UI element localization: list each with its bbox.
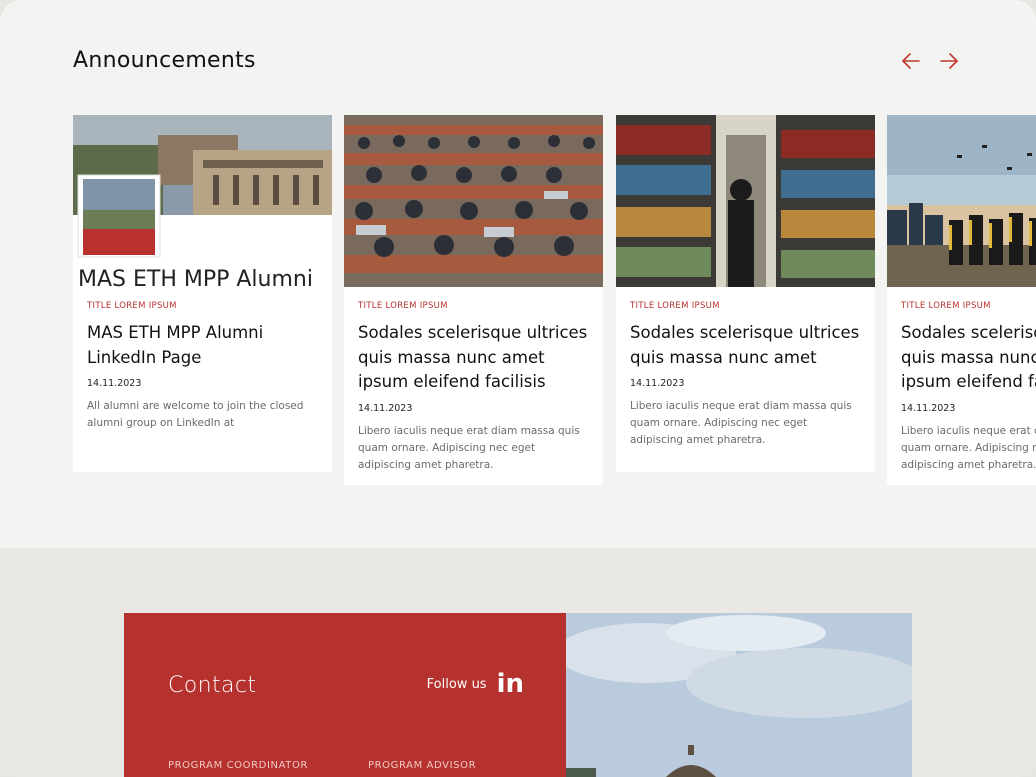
card-date: 14.11.2023 <box>87 378 142 389</box>
card-excerpt: Libero iaculis neque erat diam massa qui… <box>358 424 580 471</box>
contact-photo <box>566 613 912 777</box>
follow-us-link[interactable]: Follow us in <box>427 671 524 697</box>
card-excerpt: Libero iaculis neque erat diam massa qui… <box>630 400 852 446</box>
card-kicker: TITLE LOREM IPSUM <box>87 301 177 311</box>
role-program-advisor: PROGRAM ADVISOR <box>368 760 477 771</box>
card-kicker: TITLE LOREM IPSUM <box>630 301 720 311</box>
carousel-prev-button[interactable] <box>898 48 924 74</box>
card-date: 14.11.2023 <box>358 402 413 414</box>
arrow-right-icon <box>940 53 958 69</box>
announcement-card[interactable]: TITLE LOREM IPSUM Sodales scelerisque ul… <box>887 115 1036 485</box>
contact-panel: Contact Follow us in PROGRAM COORDINATOR… <box>124 613 566 777</box>
contact-title: Contact <box>168 673 257 698</box>
card-image: MAS ETH MPP Alumni <box>73 115 332 287</box>
announcement-card[interactable]: TITLE LOREM IPSUM Sodales scelerisque ul… <box>344 115 603 485</box>
card-title[interactable]: Sodales scelerisque ultrices quis massa … <box>901 321 1036 395</box>
announcement-card[interactable]: TITLE LOREM IPSUM Sodales scelerisque ul… <box>616 115 875 472</box>
card-image <box>344 115 603 287</box>
card-excerpt: Libero iaculis neque erat diam massa qui… <box>901 424 1036 471</box>
announcement-card[interactable]: MAS ETH MPP Alumni TITLE LOREM IPSUM MAS… <box>73 115 332 472</box>
card-date: 14.11.2023 <box>630 378 685 389</box>
role-program-coordinator: PROGRAM COORDINATOR <box>168 760 308 771</box>
page-frame: Announcements MAS ETH MPP Alumni TITLE L… <box>0 0 1036 777</box>
card-title[interactable]: MAS ETH MPP Alumni LinkedIn Page <box>87 321 318 370</box>
card-title[interactable]: Sodales scelerisque ultrices quis massa … <box>358 321 589 395</box>
card-excerpt: All alumni are welcome to join the close… <box>87 400 304 429</box>
announcements-section: Announcements MAS ETH MPP Alumni TITLE L… <box>0 0 1036 548</box>
linkedin-icon[interactable]: in <box>497 671 524 697</box>
card-date: 14.11.2023 <box>901 402 956 414</box>
card-image-overlay-text: MAS ETH MPP Alumni <box>78 267 313 287</box>
follow-us-label: Follow us <box>426 676 487 692</box>
card-kicker: TITLE LOREM IPSUM <box>358 301 448 311</box>
arrow-left-icon <box>902 53 920 69</box>
card-kicker: TITLE LOREM IPSUM <box>901 301 991 311</box>
card-image <box>887 115 1036 287</box>
card-image <box>616 115 875 287</box>
carousel-next-button[interactable] <box>936 48 962 74</box>
announcement-carousel: MAS ETH MPP Alumni TITLE LOREM IPSUM MAS… <box>73 115 1036 495</box>
announcements-title: Announcements <box>73 48 256 73</box>
card-title[interactable]: Sodales scelerisque ultrices quis massa … <box>630 321 861 370</box>
